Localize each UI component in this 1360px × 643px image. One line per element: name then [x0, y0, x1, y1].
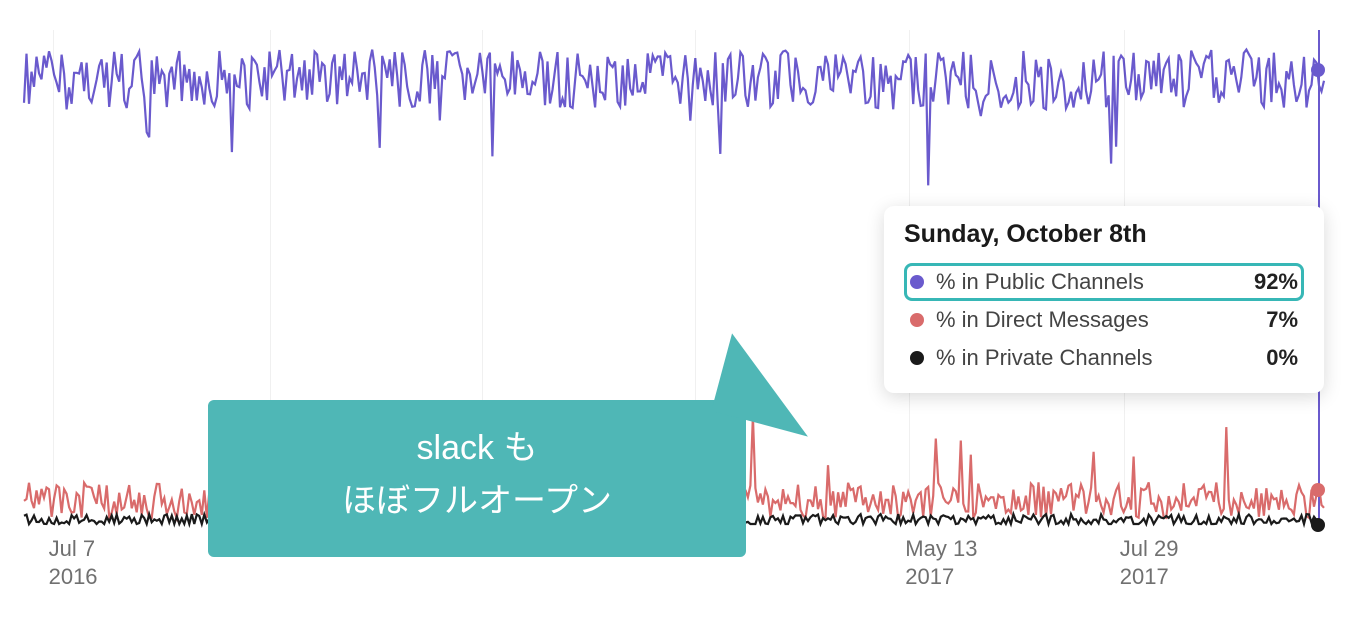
tooltip-series-value: 7%	[1242, 307, 1298, 333]
legend-swatch	[910, 313, 924, 327]
tooltip-series-value: 0%	[1242, 345, 1298, 371]
callout-line-2: ほぼフルオープン	[242, 475, 712, 528]
hover-tooltip: Sunday, October 8th % in Public Channels…	[884, 206, 1324, 393]
tooltip-series-label: % in Public Channels	[936, 269, 1230, 295]
hover-dot	[1311, 483, 1325, 497]
tooltip-row: % in Direct Messages 7%	[904, 301, 1304, 339]
callout-line-1: slack も	[242, 422, 712, 475]
x-axis-tick-label: May 13 2017	[905, 535, 977, 590]
tooltip-row: % in Private Channels 0%	[904, 339, 1304, 377]
series-line-0	[24, 50, 1324, 186]
annotation-callout: slack も ほぼフルオープン	[208, 400, 746, 557]
tooltip-series-label: % in Private Channels	[936, 345, 1230, 371]
x-axis-tick-label: Jul 7 2016	[49, 535, 98, 590]
x-axis-tick-label: Jul 29 2017	[1120, 535, 1179, 590]
hover-dot	[1311, 518, 1325, 532]
tooltip-series-value: 92%	[1242, 269, 1298, 295]
hover-dot	[1311, 63, 1325, 77]
tooltip-title: Sunday, October 8th	[904, 220, 1304, 249]
legend-swatch	[910, 351, 924, 365]
legend-swatch	[910, 275, 924, 289]
tooltip-series-label: % in Direct Messages	[936, 307, 1230, 333]
tooltip-row: % in Public Channels 92%	[904, 263, 1304, 301]
